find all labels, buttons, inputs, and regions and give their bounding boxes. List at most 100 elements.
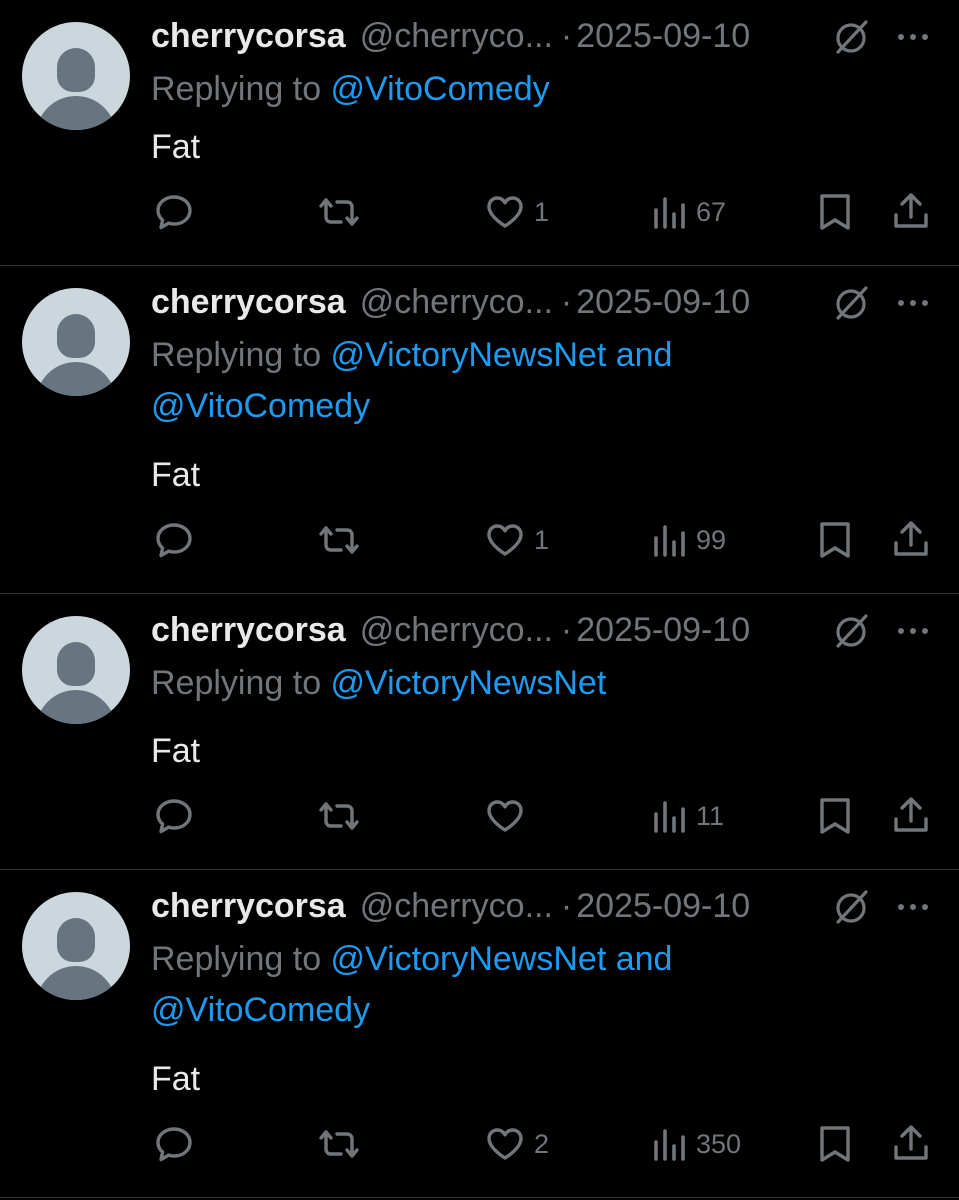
tweet[interactable]: cherrycorsa @cherryco... · 2025-09-10 Re… [0,870,959,1198]
share-icon [894,797,928,832]
mention-link[interactable]: @VitoComedy [331,70,550,108]
separator-dot: · [560,16,573,55]
bookmark-icon [820,1126,850,1162]
replying-to: Replying to @VictoryNewsNet and @VitoCom… [151,330,771,432]
bookmark-icon [820,798,850,834]
reply-button[interactable] [153,190,195,234]
bookmark-icon [820,522,850,558]
more-icon[interactable] [893,612,933,650]
share-icon [894,193,928,228]
bookmark-button[interactable] [816,190,854,234]
view-count: 67 [696,196,727,227]
share-button[interactable] [890,518,932,562]
tweet-text: Fat [151,732,201,770]
like-button[interactable]: 1 [484,518,549,562]
views-button[interactable]: 99 [652,518,726,562]
retweet-icon [319,198,359,226]
reply-button[interactable] [153,518,195,562]
replying-prefix: Replying to [151,940,331,978]
reply-icon [156,1127,192,1162]
tweet-divider [0,1197,959,1198]
reply-button[interactable] [153,794,195,838]
avatar[interactable] [22,892,130,1000]
tweet-date[interactable]: 2025-09-10 [576,611,750,650]
more-icon[interactable] [893,284,933,322]
tweet[interactable]: cherrycorsa @cherryco... · 2025-09-10 Re… [0,594,959,870]
grok-icon[interactable] [832,284,870,322]
display-name[interactable]: cherrycorsa [151,887,346,926]
more-icon[interactable] [893,888,933,926]
share-icon [894,1125,928,1160]
avatar[interactable] [22,616,130,724]
bookmark-button[interactable] [816,794,854,838]
like-button[interactable] [484,794,534,838]
tweet-header: cherrycorsa @cherryco... · 2025-09-10 [151,280,750,324]
bookmark-icon [820,194,850,230]
reply-icon [156,195,192,230]
tweet-date[interactable]: 2025-09-10 [576,887,750,926]
action-bar: 1 99 [0,518,959,562]
tweet[interactable]: cherrycorsa @cherryco... · 2025-09-10 Re… [0,266,959,594]
views-icon [654,197,685,229]
replying-prefix: Replying to [151,70,331,108]
replying-to: Replying to @VictoryNewsNet and @VitoCom… [151,934,771,1036]
separator-dot: · [560,282,573,321]
view-count: 99 [696,524,727,555]
tweet[interactable]: cherrycorsa @cherryco... · 2025-09-10 Re… [0,0,959,266]
heart-icon [487,524,523,556]
views-button[interactable]: 350 [652,1122,741,1166]
like-count: 2 [534,1128,550,1159]
grok-icon[interactable] [832,888,870,926]
share-button[interactable] [890,794,932,838]
replying-to: Replying to @VitoComedy [151,64,771,115]
retweet-button[interactable] [316,794,362,838]
display-name[interactable]: cherrycorsa [151,17,346,56]
retweet-button[interactable] [316,190,362,234]
views-button[interactable]: 67 [652,190,726,234]
display-name[interactable]: cherrycorsa [151,283,346,322]
views-icon [654,801,685,833]
user-handle[interactable]: @cherryco... [360,283,553,322]
tweet-header: cherrycorsa @cherryco... · 2025-09-10 [151,608,750,652]
replying-to: Replying to @VictoryNewsNet [151,658,771,709]
reply-feed: cherrycorsa @cherryco... · 2025-09-10 Re… [0,0,959,1200]
replying-prefix: Replying to [151,664,331,702]
retweet-icon [319,526,359,554]
mention-link[interactable]: @VictoryNewsNet [331,664,607,702]
separator-dot: · [560,886,573,925]
tweet-date[interactable]: 2025-09-10 [576,283,750,322]
share-button[interactable] [890,1122,932,1166]
avatar[interactable] [22,22,130,130]
separator-dot: · [560,610,573,649]
bookmark-button[interactable] [816,518,854,562]
views-icon [654,525,685,557]
user-handle[interactable]: @cherryco... [360,611,553,650]
like-button[interactable]: 2 [484,1122,549,1166]
bookmark-button[interactable] [816,1122,854,1166]
reply-icon [156,523,192,558]
like-button[interactable]: 1 [484,190,549,234]
retweet-button[interactable] [316,518,362,562]
view-count: 350 [696,1128,742,1159]
reply-icon [156,799,192,834]
more-icon[interactable] [893,18,933,56]
views-button[interactable]: 11 [652,794,724,838]
tweet-text: Fat [151,128,201,166]
tweet-date[interactable]: 2025-09-10 [576,17,750,56]
like-count: 1 [534,524,550,555]
tweet-header: cherrycorsa @cherryco... · 2025-09-10 [151,14,750,58]
retweet-button[interactable] [316,1122,362,1166]
grok-icon[interactable] [832,612,870,650]
avatar[interactable] [22,288,130,396]
heart-icon [487,800,523,832]
user-handle[interactable]: @cherryco... [360,17,553,56]
grok-icon[interactable] [832,18,870,56]
retweet-icon [319,1130,359,1158]
user-handle[interactable]: @cherryco... [360,887,553,926]
reply-button[interactable] [153,1122,195,1166]
share-button[interactable] [890,190,932,234]
display-name[interactable]: cherrycorsa [151,611,346,650]
tweet-header: cherrycorsa @cherryco... · 2025-09-10 [151,884,750,928]
tweet-text: Fat [151,1060,201,1098]
heart-icon [487,196,523,228]
